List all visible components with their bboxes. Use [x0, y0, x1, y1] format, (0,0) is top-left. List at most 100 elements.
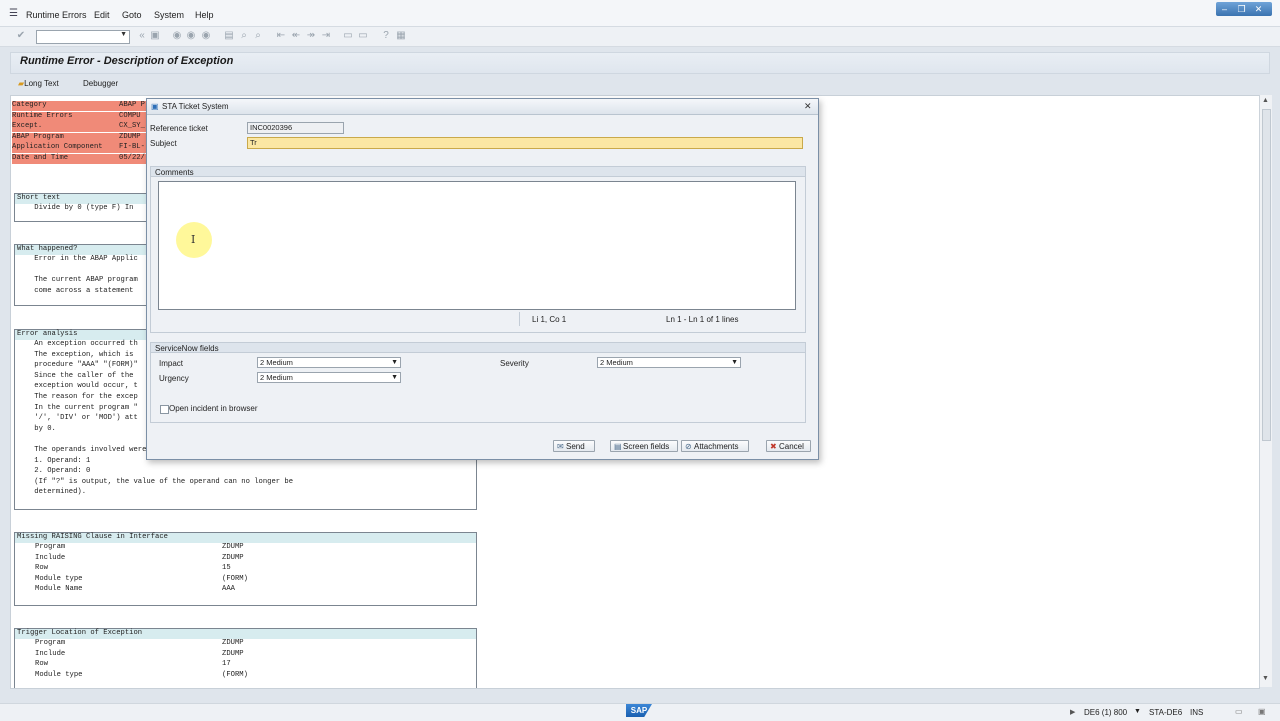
save-icon[interactable]: ▣: [150, 31, 160, 41]
cancel-icon[interactable]: ◉: [201, 31, 211, 41]
servicenow-group-header: ServiceNow fields: [150, 342, 806, 353]
scroll-up-icon[interactable]: ▲: [1262, 97, 1269, 104]
close-icon[interactable]: ✕: [804, 101, 812, 112]
subject-label: Subject: [150, 139, 177, 148]
status-icon: ▭: [1235, 707, 1243, 716]
chevron-down-icon[interactable]: ▼: [120, 31, 127, 38]
server-name: STA-DE6: [1149, 708, 1183, 717]
editor-line-count: Ln 1 - Ln 1 of 1 lines: [666, 315, 739, 324]
next-page-icon[interactable]: ↠: [306, 31, 316, 41]
print-icon[interactable]: ▤: [224, 31, 234, 41]
severity-select[interactable]: 2 Medium ▼: [597, 357, 741, 368]
open-browser-label: Open incident in browser: [169, 404, 258, 413]
header-row: Category ABAP P: [12, 101, 146, 111]
attachment-icon: ⊘: [685, 442, 692, 451]
urgency-select[interactable]: 2 Medium ▼: [257, 372, 401, 383]
window-controls: – ❐ ✕: [1216, 2, 1272, 16]
scroll-thumb[interactable]: [1262, 109, 1271, 441]
sap-menu-icon[interactable]: ☰: [9, 8, 18, 19]
menu-runtime-errors[interactable]: Runtime Errors: [26, 10, 87, 20]
menu-goto[interactable]: Goto: [122, 10, 142, 20]
editor-position: Li 1, Co 1: [532, 315, 567, 324]
kv-row: Include ZDUMP: [35, 553, 244, 562]
comments-group-header: Comments: [150, 166, 806, 177]
help-icon[interactable]: ?: [381, 31, 391, 41]
open-browser-checkbox[interactable]: [160, 405, 169, 414]
chevron-down-icon[interactable]: ▼: [391, 358, 398, 368]
vertical-scrollbar[interactable]: ▲ ▼: [1259, 95, 1272, 687]
section-line: determined).: [17, 488, 87, 497]
screen-fields-icon: ▤: [614, 442, 622, 451]
first-page-icon[interactable]: ⇤: [276, 31, 286, 41]
command-field[interactable]: ▼: [36, 30, 130, 44]
kv-row: Module type (FORM): [35, 574, 248, 583]
debugger-button[interactable]: Debugger: [83, 79, 118, 88]
exit-icon[interactable]: ◉: [186, 31, 196, 41]
kv-row: Module Name AAA: [35, 585, 235, 594]
system-toolbar: ✔ « ▣ ◉ ◉ ◉ ▤ ⌕ ⌕ ⇤ ↞ ↠ ⇥ ▭ ▭ ? ▦: [0, 27, 1280, 47]
menu-bar: ☰ Runtime Errors Edit Goto System Help –…: [0, 0, 1280, 27]
missing-raising-section: Missing RAISING Clause in Interface Prog…: [14, 532, 477, 606]
screen-fields-button[interactable]: ▤Screen fields: [610, 440, 678, 452]
chevron-down-icon[interactable]: ▼: [391, 373, 398, 383]
shortcut-icon[interactable]: ▭: [358, 31, 368, 41]
chevron-down-icon[interactable]: ▼: [1134, 708, 1141, 715]
editor-status-divider: [519, 312, 520, 326]
section-title: Missing RAISING Clause in Interface: [15, 533, 476, 543]
cancel-button[interactable]: ✖ Cancel: [766, 440, 811, 452]
section-title: Trigger Location of Exception: [15, 629, 476, 639]
enter-icon[interactable]: ✔: [16, 31, 26, 41]
new-session-icon[interactable]: ▭: [343, 31, 353, 41]
kv-row: Row 17: [35, 660, 231, 669]
header-row: ABAP Program ZDUMP: [12, 133, 146, 143]
find-next-icon[interactable]: ⌕: [253, 31, 263, 41]
scroll-down-icon[interactable]: ▼: [1262, 675, 1269, 682]
attachments-button[interactable]: ⊘ Attachments: [681, 440, 749, 452]
restore-icon[interactable]: ❐: [1233, 2, 1250, 16]
kv-row: Module type (FORM): [35, 670, 248, 679]
layout-icon[interactable]: ▦: [396, 31, 406, 41]
menu-edit[interactable]: Edit: [94, 10, 110, 20]
kv-row: Include ZDUMP: [35, 649, 244, 658]
cancel-x-icon: ✖: [770, 442, 777, 451]
close-window-icon[interactable]: ✕: [1250, 2, 1267, 16]
prev-page-icon[interactable]: ↞: [291, 31, 301, 41]
send-button[interactable]: ✉ Send: [553, 440, 595, 452]
dialog-title-bar: ▣ STA Ticket System ✕: [147, 99, 818, 115]
cursor-highlight: I: [176, 222, 212, 258]
kv-row: Row 15: [35, 564, 231, 573]
section-line: 2. Operand: 0: [17, 467, 91, 476]
trigger-location-section: Trigger Location of Exception Program ZDU…: [14, 628, 477, 688]
header-row: Application Component FI-BL-: [12, 143, 146, 153]
lock-icon: ▣: [1258, 707, 1266, 716]
menu-help[interactable]: Help: [195, 10, 214, 20]
dialog-icon: ▣: [151, 102, 159, 111]
last-page-icon[interactable]: ⇥: [321, 31, 331, 41]
back-icon[interactable]: «: [137, 31, 147, 41]
minimize-icon[interactable]: –: [1216, 2, 1233, 16]
menu-system[interactable]: System: [154, 10, 184, 20]
find-icon[interactable]: ⌕: [239, 31, 249, 41]
text-cursor-icon: I: [191, 233, 196, 246]
subject-input[interactable]: Tr: [247, 137, 803, 149]
section-line: (If "?" is output, the value of the oper…: [17, 477, 294, 486]
header-row: Except. CX_SY_: [12, 122, 146, 132]
comments-editor[interactable]: [158, 181, 796, 310]
dialog-title: STA Ticket System: [162, 102, 229, 111]
impact-select[interactable]: 2 Medium ▼: [257, 357, 401, 368]
system-info[interactable]: DE6 (1) 800: [1084, 708, 1127, 717]
kv-row: Program ZDUMP: [35, 543, 244, 551]
ticket-dialog: ▣ STA Ticket System ✕ Reference ticket I…: [146, 98, 819, 460]
reference-ticket-label: Reference ticket: [150, 124, 208, 133]
page-title: Runtime Error - Description of Exception: [20, 55, 234, 67]
severity-label: Severity: [500, 359, 529, 368]
send-icon: ✉: [557, 442, 564, 451]
urgency-label: Urgency: [159, 374, 189, 383]
back-nav-icon[interactable]: ◉: [172, 31, 182, 41]
input-mode[interactable]: INS: [1190, 708, 1203, 717]
header-row: Date and Time 05/22/: [12, 154, 146, 164]
header-row: Runtime Errors COMPU: [12, 112, 146, 122]
long-text-button[interactable]: ▰Long Text: [18, 79, 59, 88]
status-expand-icon[interactable]: ▶: [1070, 708, 1075, 716]
chevron-down-icon[interactable]: ▼: [731, 358, 738, 368]
